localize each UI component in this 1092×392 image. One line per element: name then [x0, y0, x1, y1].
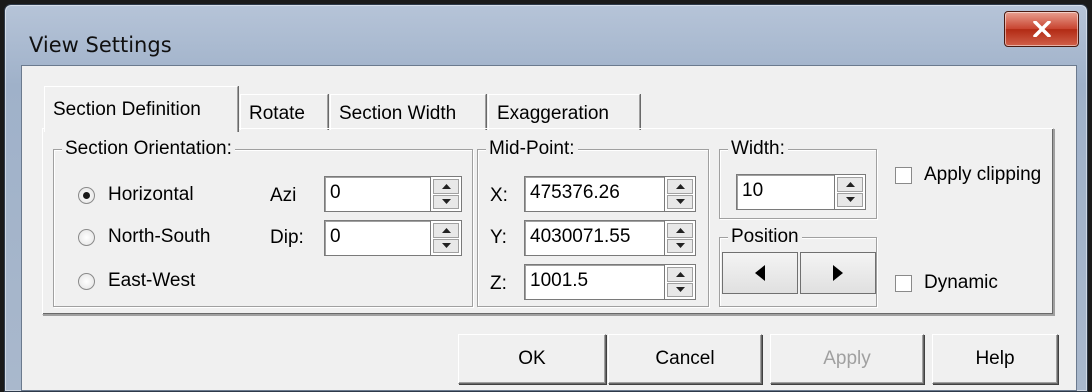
spin-up-icon[interactable] — [837, 177, 863, 192]
spin-down-icon[interactable] — [667, 282, 693, 297]
radio-horizontal-label: Horizontal — [108, 184, 194, 205]
spin-up-icon[interactable] — [667, 179, 693, 194]
spin-down-icon[interactable] — [433, 238, 459, 253]
width-spin-arrows[interactable] — [834, 174, 866, 210]
tab-exaggeration[interactable]: Exaggeration — [488, 94, 640, 130]
window-title: View Settings — [29, 33, 172, 57]
checkbox-icon — [895, 166, 912, 184]
dynamic-checkbox[interactable]: Dynamic — [895, 272, 998, 294]
section-orientation-group: Section Orientation: Horizontal North-So… — [53, 137, 473, 307]
dip-input[interactable]: 0 — [324, 220, 430, 256]
width-input[interactable]: 10 — [736, 174, 834, 210]
z-label: Z: — [490, 273, 507, 294]
y-spinner[interactable]: 4030071.55 — [524, 220, 696, 256]
azi-spinner[interactable]: 0 — [324, 176, 462, 212]
radio-horizontal[interactable]: Horizontal — [78, 184, 194, 206]
spin-down-icon[interactable] — [837, 192, 863, 207]
y-label: Y: — [490, 227, 507, 248]
position-left-button[interactable] — [722, 252, 798, 294]
tab-panel-section-definition: Section Orientation: Horizontal North-So… — [42, 128, 1054, 315]
arrow-right-icon — [833, 265, 843, 281]
close-button[interactable] — [1004, 11, 1079, 47]
spin-up-icon[interactable] — [667, 223, 693, 238]
apply-clipping-label: Apply clipping — [924, 164, 1042, 185]
x-label: X: — [490, 185, 508, 206]
dip-label: Dip: — [270, 227, 304, 248]
x-input[interactable]: 475376.26 — [524, 176, 664, 212]
spin-up-icon[interactable] — [667, 267, 693, 282]
x-spin-arrows[interactable] — [664, 176, 696, 212]
radio-button-icon — [78, 186, 95, 204]
z-spin-arrows[interactable] — [664, 264, 696, 300]
azi-input[interactable]: 0 — [324, 176, 430, 212]
tab-rotate[interactable]: Rotate — [240, 94, 328, 130]
dialog-body: Section Definition Rotate Section Width … — [21, 65, 1077, 391]
z-spinner[interactable]: 1001.5 — [524, 264, 696, 300]
y-spin-arrows[interactable] — [664, 220, 696, 256]
mid-point-group: Mid-Point: X: 475376.26 Y: 4030071.55 Z:… — [477, 137, 709, 307]
z-input[interactable]: 1001.5 — [524, 264, 664, 300]
spin-up-icon[interactable] — [433, 223, 459, 238]
help-button[interactable]: Help — [932, 334, 1058, 384]
checkbox-icon — [895, 274, 912, 292]
tab-section-definition[interactable]: Section Definition — [44, 86, 238, 132]
mid-point-legend: Mid-Point: — [486, 137, 578, 161]
tab-section-width[interactable]: Section Width — [330, 94, 486, 130]
radio-north-south[interactable]: North-South — [78, 226, 210, 248]
apply-button[interactable]: Apply — [770, 334, 924, 384]
spin-up-icon[interactable] — [433, 179, 459, 194]
ok-button[interactable]: OK — [458, 334, 606, 384]
y-input[interactable]: 4030071.55 — [524, 220, 664, 256]
spin-down-icon[interactable] — [667, 194, 693, 209]
arrow-left-icon — [755, 265, 765, 281]
azi-spin-arrows[interactable] — [430, 176, 462, 212]
apply-clipping-checkbox[interactable]: Apply clipping — [895, 164, 1041, 186]
position-group: Position — [719, 225, 877, 307]
section-orientation-legend: Section Orientation: — [62, 137, 235, 161]
radio-east-west-label: East-West — [108, 270, 196, 291]
radio-button-icon — [78, 228, 95, 246]
x-spinner[interactable]: 475376.26 — [524, 176, 696, 212]
dynamic-label: Dynamic — [924, 272, 998, 293]
dip-spin-arrows[interactable] — [430, 220, 462, 256]
radio-north-south-label: North-South — [108, 226, 211, 247]
dip-spinner[interactable]: 0 — [324, 220, 462, 256]
close-icon — [1032, 21, 1051, 37]
cancel-button[interactable]: Cancel — [608, 334, 762, 384]
spin-down-icon[interactable] — [433, 194, 459, 209]
width-legend: Width: — [728, 137, 788, 161]
view-settings-window: View Settings Section Definition Rotate … — [4, 4, 1088, 392]
spin-down-icon[interactable] — [667, 238, 693, 253]
width-group: Width: 10 — [719, 137, 877, 219]
radio-east-west[interactable]: East-West — [78, 270, 195, 292]
radio-button-icon — [78, 272, 95, 290]
position-legend: Position — [728, 225, 802, 249]
azi-label: Azi — [270, 185, 297, 206]
width-spinner[interactable]: 10 — [736, 174, 866, 210]
position-right-button[interactable] — [800, 252, 876, 294]
